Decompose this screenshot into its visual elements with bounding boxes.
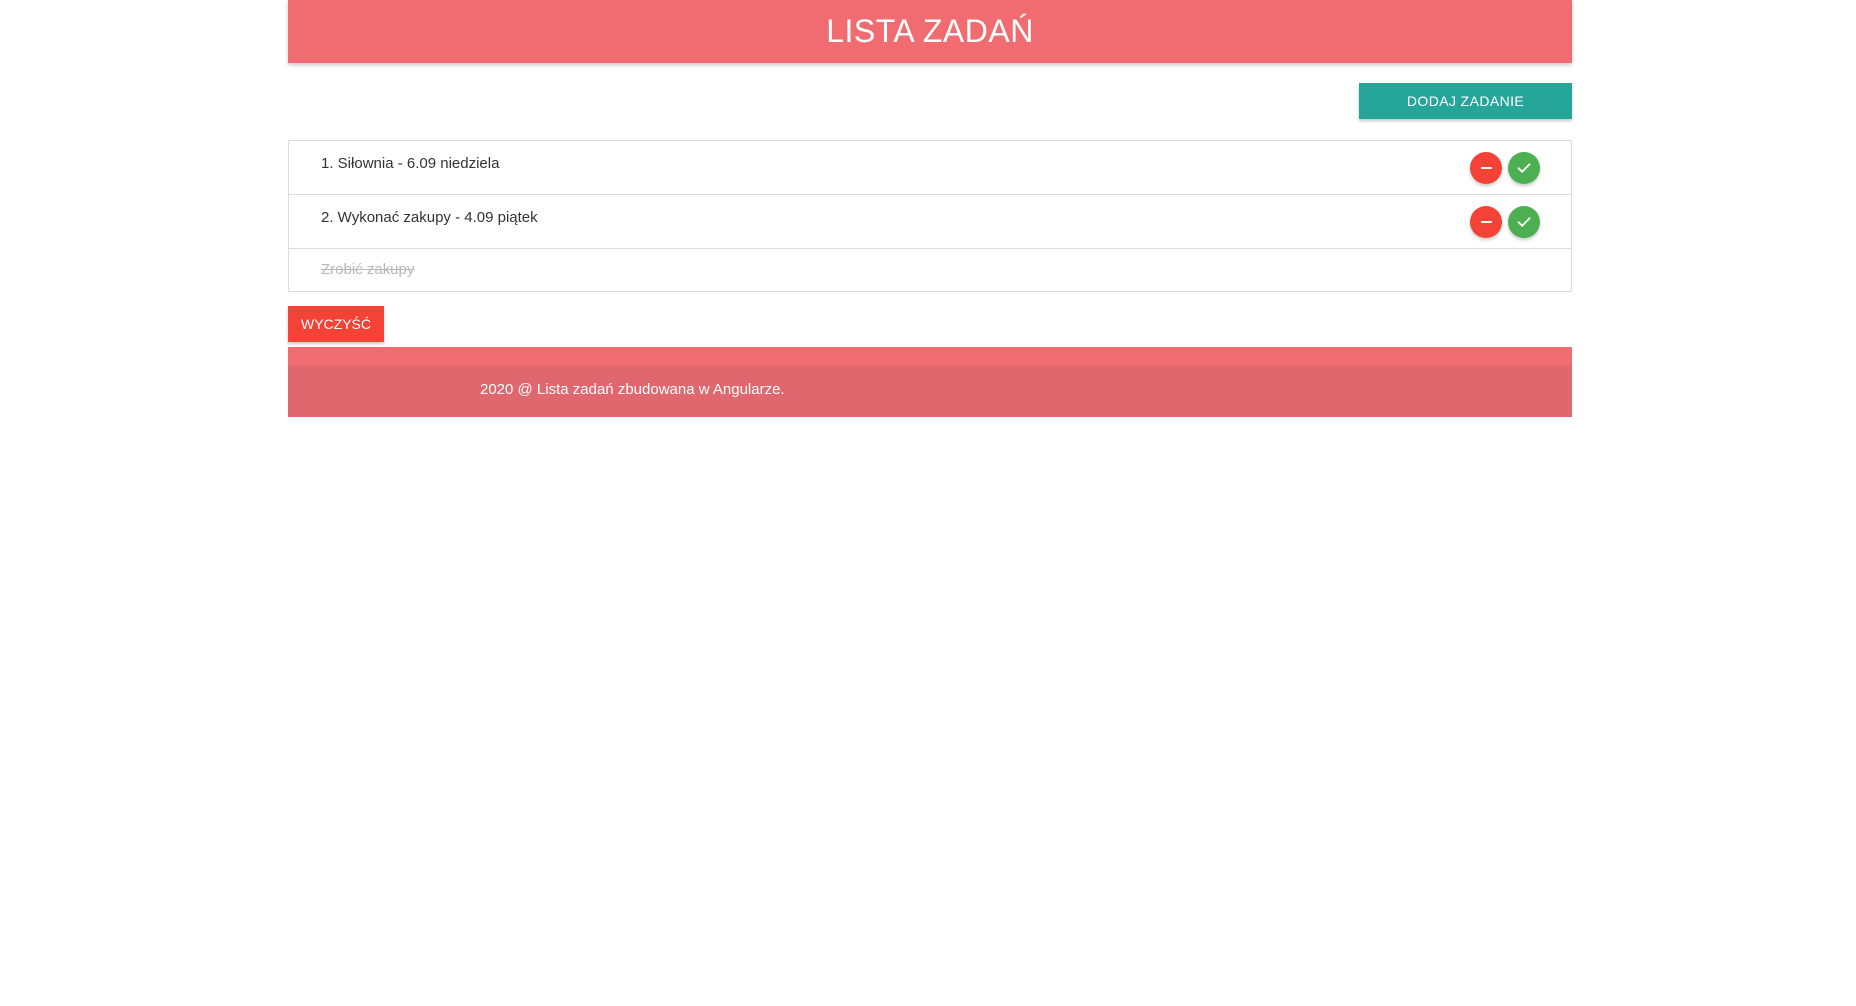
clear-button[interactable]: WYCZYŚĆ	[288, 306, 384, 342]
check-icon	[1517, 217, 1531, 227]
footer-bar: 2020 @ Lista zadań zbudowana w Angularze…	[288, 366, 1572, 417]
completed-task-text: Zrobić zakupy	[321, 261, 415, 278]
check-icon	[1517, 163, 1531, 173]
complete-task-button[interactable]	[1508, 206, 1540, 238]
task-row: 1. Siłownia - 6.09 niedziela	[289, 141, 1571, 195]
footer: 2020 @ Lista zadań zbudowana w Angularze…	[288, 347, 1572, 417]
remove-task-button[interactable]	[1470, 152, 1502, 184]
footer-band	[288, 347, 1572, 366]
task-text: 1. Siłownia - 6.09 niedziela	[321, 155, 500, 172]
task-row: 2. Wykonać zakupy - 4.09 piątek	[289, 195, 1571, 249]
add-task-button[interactable]: DODAJ ZADANIE	[1359, 83, 1572, 119]
completed-task-row: Zrobić zakupy	[289, 249, 1571, 291]
task-list: 1. Siłownia - 6.09 niedziela 2. Wykonać …	[288, 140, 1572, 292]
task-text: 2. Wykonać zakupy - 4.09 piątek	[321, 209, 538, 226]
app-container: LISTA ZADAŃ DODAJ ZADANIE 1. Siłownia - …	[288, 0, 1572, 417]
remove-task-button[interactable]	[1470, 206, 1502, 238]
footer-text: 2020 @ Lista zadań zbudowana w Angularze…	[480, 381, 785, 398]
minus-icon	[1480, 221, 1492, 223]
complete-task-button[interactable]	[1508, 152, 1540, 184]
page-title: LISTA ZADAŃ	[826, 13, 1034, 49]
app-header: LISTA ZADAŃ	[288, 0, 1572, 63]
minus-icon	[1480, 167, 1492, 169]
